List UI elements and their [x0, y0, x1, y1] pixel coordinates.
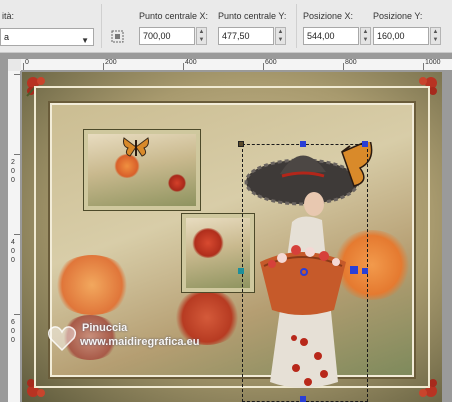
center-origin-icon[interactable] [110, 29, 125, 44]
rotation-center-handle[interactable] [300, 268, 308, 276]
ruler-tick [103, 63, 104, 70]
edge-handle-top[interactable] [300, 141, 306, 147]
ruler-horizontal: 0 200 400 600 800 1000 [21, 59, 452, 71]
center-y-spinner[interactable]: ▲ ▼ [275, 27, 286, 45]
position-x-field[interactable]: 544,00 [303, 27, 359, 45]
ruler-tick [14, 74, 20, 75]
edge-handle-right[interactable] [362, 268, 368, 274]
ruler-tick [14, 314, 20, 315]
ruler-label: 200 [105, 59, 117, 66]
chevron-down-icon: ▼ [81, 36, 89, 45]
center-y-field[interactable]: 477,50 [218, 27, 274, 45]
ruler-label: 0 [11, 328, 15, 335]
position-y-field[interactable]: 160,00 [373, 27, 429, 45]
position-y-label: Posizione Y: [373, 11, 423, 21]
center-x-label: Punto centrale X: [139, 11, 209, 21]
edge-handle-bottom[interactable] [300, 396, 306, 402]
position-x-label: Posizione X: [303, 11, 354, 21]
ruler-label: 2 [11, 159, 15, 166]
quality-dropdown-value: a [4, 32, 10, 42]
edge-handle-left[interactable] [238, 268, 244, 274]
center-y-label: Punto centrale Y: [218, 11, 287, 21]
poppy-flower [168, 174, 186, 192]
ruler-label: 600 [265, 59, 277, 66]
watermark-site: www.maidiregrafica.eu [80, 336, 200, 348]
quality-label: ità: [2, 11, 15, 21]
ruler-label: 6 [11, 319, 15, 326]
ruler-label: 0 [11, 177, 15, 184]
ruler-label: 0 [25, 59, 29, 66]
ruler-corner [8, 59, 21, 71]
ruler-label: 400 [185, 59, 197, 66]
poppy-flower [192, 228, 224, 258]
ruler-label: 0 [11, 257, 15, 264]
center-x-field[interactable]: 700,00 [139, 27, 195, 45]
toolbar-separator [101, 4, 102, 48]
toolbar-separator [296, 4, 297, 48]
ruler-tick [183, 63, 184, 70]
ruler-tick [423, 63, 424, 70]
ruler-label: 0 [11, 337, 15, 344]
position-y-spinner[interactable]: ▲ ▼ [430, 27, 441, 45]
ruler-tick [14, 234, 20, 235]
butterfly-icon [123, 137, 149, 157]
heart-logo-icon [47, 326, 77, 352]
position-x-spinner[interactable]: ▲ ▼ [360, 27, 371, 45]
poppy-flower [52, 255, 132, 315]
center-x-spinner[interactable]: ▲ ▼ [196, 27, 207, 45]
ruler-label: 0 [11, 248, 15, 255]
rotation-handle[interactable] [350, 266, 358, 274]
quality-dropdown[interactable]: a ▼ [0, 28, 94, 46]
ruler-tick [23, 63, 24, 70]
ruler-label: 4 [11, 239, 15, 246]
ruler-label: 0 [11, 168, 15, 175]
image-canvas[interactable]: Pinuccia www.maidiregrafica.eu [22, 72, 442, 402]
watermark-name: Pinuccia [82, 322, 128, 334]
ruler-tick [14, 154, 20, 155]
tool-options-bar: ità: a ▼ Punto centrale X: 700,00 ▲ ▼ Pun… [0, 0, 452, 53]
corner-handle[interactable] [362, 141, 368, 147]
ruler-tick [263, 63, 264, 70]
corner-handle[interactable] [238, 141, 244, 147]
ruler-vertical: 2 0 0 4 0 0 6 0 0 [8, 71, 21, 402]
ruler-label: 1000 [425, 59, 441, 66]
ruler-label: 800 [345, 59, 357, 66]
workspace: 0 200 400 600 800 1000 2 0 0 4 0 0 6 0 0 [0, 53, 452, 402]
ruler-tick [343, 63, 344, 70]
framed-thumbnail [84, 130, 200, 210]
